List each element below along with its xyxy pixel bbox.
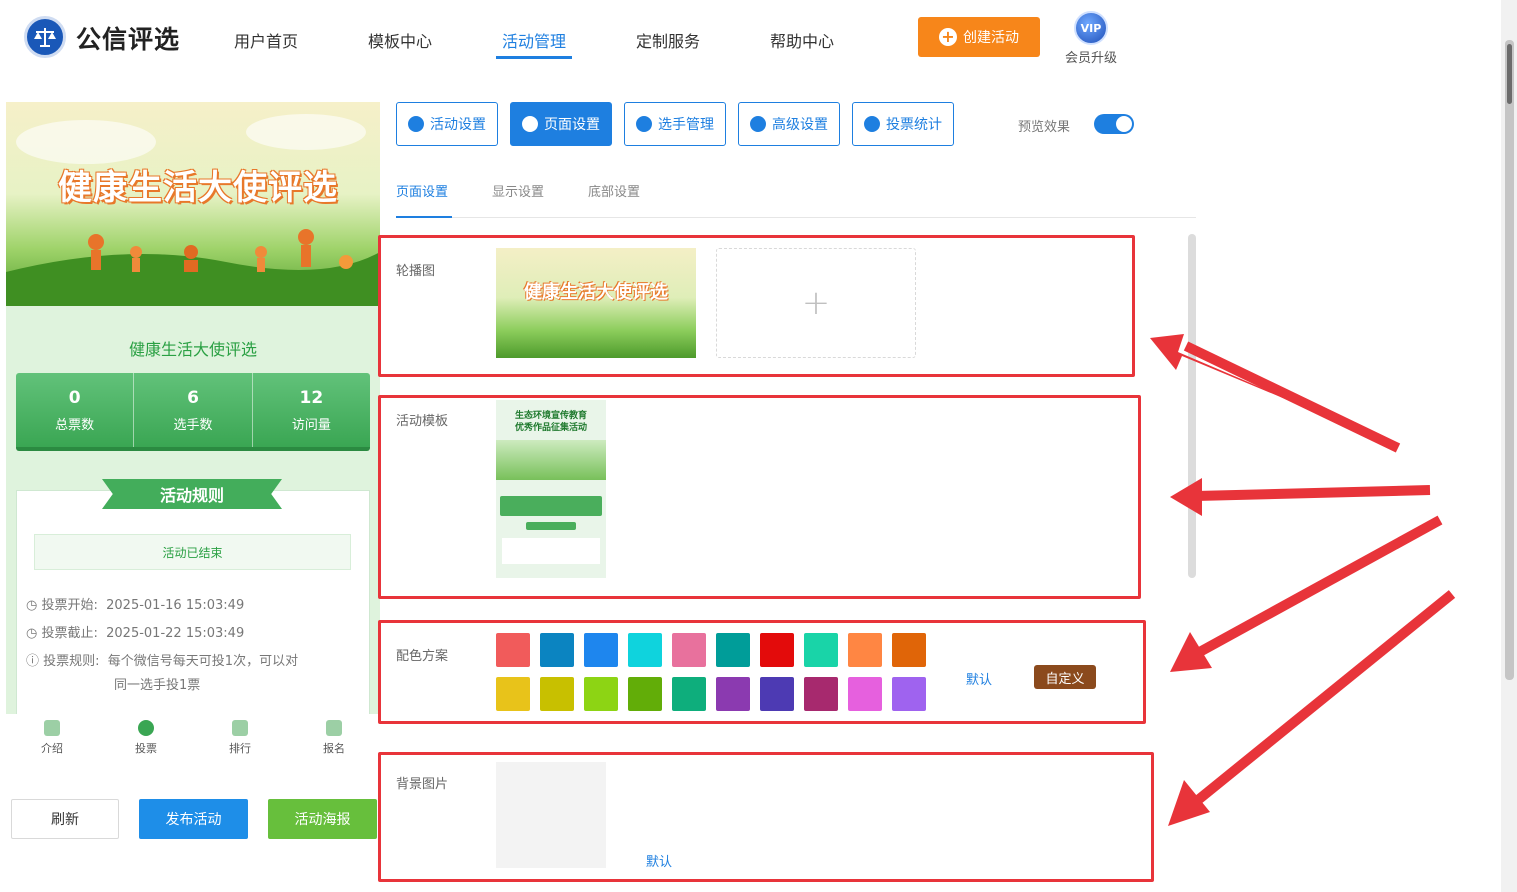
annotation-arrows [1150, 334, 1456, 826]
annotation-arrow [1168, 780, 1210, 826]
page-scrollbar-thumb[interactable] [1505, 40, 1514, 680]
annotation-arrow [1195, 485, 1431, 501]
annotation-arrow [1170, 478, 1202, 516]
annotation-arrow [1194, 590, 1456, 804]
page-scrollbar-indicator [1507, 44, 1512, 104]
annotation-arrow [1183, 341, 1401, 453]
